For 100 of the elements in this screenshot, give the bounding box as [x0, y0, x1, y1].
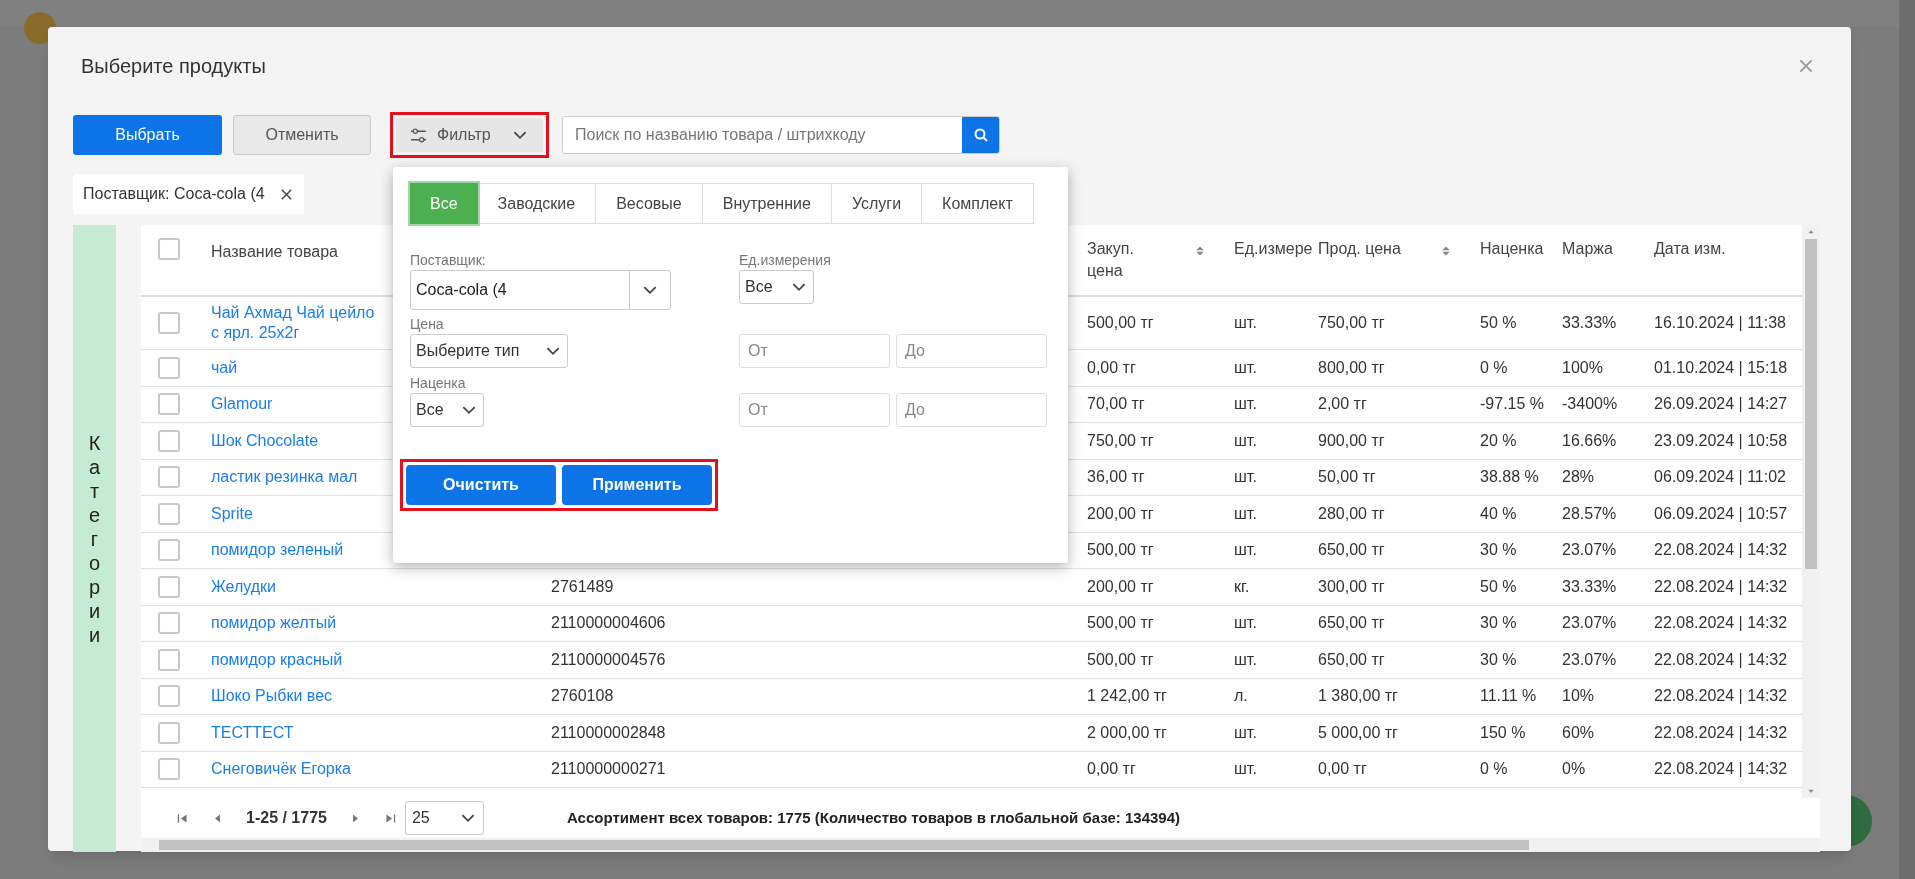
apply-button[interactable]: Применить — [562, 465, 712, 505]
table-cell-text: 33.33% — [1562, 313, 1618, 333]
filter-tab[interactable]: Внутренние — [701, 183, 832, 224]
filter-button[interactable]: Фильтр — [396, 118, 543, 152]
markup-select[interactable]: Все — [410, 393, 484, 427]
checkbox[interactable] — [158, 648, 180, 671]
table-cell-text: шт. — [1234, 649, 1258, 670]
product-link[interactable]: Шок Chocolate — [211, 430, 379, 451]
sort-icon[interactable] — [1194, 244, 1206, 258]
search-field[interactable]: Поиск по названию товара / штрихкоду — [562, 116, 1000, 154]
filter-tab[interactable]: Услуги — [830, 183, 923, 224]
checkbox[interactable] — [158, 539, 180, 562]
page-size-select[interactable]: 25 — [404, 801, 484, 835]
table-cell-text: 750,00 тг — [1087, 430, 1155, 451]
checkbox[interactable] — [158, 612, 180, 635]
table-cell-text: 150 % — [1480, 722, 1527, 743]
input-field[interactable]: От — [739, 334, 890, 368]
checkbox[interactable] — [158, 721, 180, 744]
column-header[interactable]: Прод. цена — [1318, 238, 1401, 260]
table-cell-text: 2,00 тг — [1318, 394, 1368, 415]
checkbox[interactable] — [158, 758, 180, 781]
filter-tab[interactable]: Комплект — [921, 183, 1034, 224]
product-link[interactable]: помидор зеленый — [211, 540, 379, 561]
table-cell-text: 2110000004576 — [551, 649, 667, 670]
sliders-icon — [410, 126, 427, 144]
table-cell-text: 5 000,00 тг — [1318, 722, 1399, 743]
product-link[interactable]: Sprite — [211, 503, 379, 524]
column-header[interactable]: Название товара — [211, 238, 338, 263]
product-link[interactable]: Снеговичёк Егорка — [211, 759, 379, 780]
product-link[interactable]: Желудки — [211, 576, 379, 597]
column-header[interactable]: Маржа — [1562, 238, 1613, 260]
table-cell-text: 33.33% — [1562, 576, 1618, 597]
vertical-scrollbar[interactable] — [1802, 225, 1820, 798]
supplier-select[interactable]: Coca-cola (4 — [410, 270, 671, 310]
filter-chip[interactable]: Поставщик: Coca-cola (4 — [73, 174, 304, 214]
input-field[interactable]: До — [896, 334, 1047, 368]
table-cell-text: 40 % — [1480, 503, 1518, 524]
table-cell-text: 500,00 тг — [1087, 613, 1155, 634]
product-link[interactable]: чай — [211, 357, 379, 378]
table-cell-text: 38.88 % — [1480, 467, 1540, 488]
first-page-icon[interactable] — [176, 811, 189, 825]
close-icon[interactable] — [278, 186, 294, 202]
product-link[interactable]: помидор желтый — [211, 613, 379, 634]
chip-label: Поставщик: Coca-cola (4 — [83, 184, 265, 204]
scrollbar-thumb[interactable] — [159, 840, 1529, 850]
table-cell-text: 36,00 тг — [1087, 467, 1146, 488]
table-cell-text: -3400% — [1562, 394, 1619, 415]
product-link[interactable]: Чай Ахмад Чай цейло с ярл. 25х2г — [211, 303, 379, 343]
product-link[interactable]: ТЕСТТЕСТ — [211, 722, 379, 743]
table-cell-text: 650,00 тг — [1318, 649, 1386, 670]
filter-tab[interactable]: Весовые — [595, 183, 703, 224]
table-cell-text: 100% — [1562, 357, 1604, 378]
categories-panel[interactable]: Категории — [73, 225, 116, 852]
sort-icon[interactable] — [1440, 244, 1452, 258]
table-cell-text: л. — [1234, 686, 1249, 707]
product-link[interactable]: ластик резинка мал — [211, 467, 379, 488]
table-cell-text: 60% — [1562, 722, 1596, 743]
column-header[interactable]: Закуп. цена — [1087, 238, 1157, 282]
product-link[interactable]: помидор красный — [211, 649, 379, 670]
product-link[interactable]: Glamour — [211, 394, 379, 415]
cancel-button[interactable]: Отменить — [233, 115, 371, 155]
product-link[interactable]: Шоко Рыбки вес — [211, 686, 379, 707]
search-button[interactable] — [962, 117, 999, 153]
table-cell-text: 22.08.2024 | 14:32 — [1654, 759, 1789, 780]
checkbox[interactable] — [158, 429, 180, 452]
checkbox[interactable] — [158, 393, 180, 416]
checkbox[interactable] — [158, 466, 180, 489]
table-cell-text: 2110000000271 — [551, 759, 667, 780]
table-cell-text: шт. — [1234, 759, 1258, 780]
table-cell-text: 16.10.2024 | 11:38 — [1654, 313, 1787, 333]
table-cell-text: кг. — [1234, 576, 1251, 597]
input-field[interactable]: До — [896, 393, 1047, 427]
checkbox[interactable] — [158, 502, 180, 525]
checkbox[interactable] — [158, 238, 180, 260]
table-cell-text: 750,00 тг — [1318, 313, 1386, 333]
table-cell-text: 280,00 тг — [1318, 503, 1386, 524]
column-header[interactable]: Дата изм. — [1654, 238, 1726, 260]
table-cell-text: 2110000002848 — [551, 722, 667, 743]
checkbox[interactable] — [158, 685, 180, 708]
checkbox[interactable] — [158, 575, 180, 598]
table-cell-text: 22.08.2024 | 14:32 — [1654, 576, 1789, 597]
column-header[interactable]: Ед.измере — [1234, 238, 1313, 260]
unit-select[interactable]: Все — [739, 270, 814, 304]
table-cell-text: 500,00 тг — [1087, 649, 1155, 670]
search-icon — [972, 127, 989, 143]
table-cell-text: шт. — [1234, 313, 1258, 333]
select-button[interactable]: Выбрать — [73, 115, 222, 155]
table-cell-text: 1 242,00 тг — [1087, 686, 1168, 707]
checkbox[interactable] — [158, 356, 180, 379]
last-page-icon[interactable] — [383, 811, 397, 825]
column-header[interactable]: Наценка — [1480, 238, 1544, 260]
checkbox[interactable] — [158, 312, 180, 334]
table-cell-text: 23.07% — [1562, 540, 1618, 561]
price-type-select[interactable]: Выберите тип — [410, 334, 568, 368]
table-cell-text: 30 % — [1480, 649, 1518, 670]
table-cell-text: 2760108 — [551, 686, 615, 707]
input-field[interactable]: От — [739, 393, 890, 427]
scrollbar-thumb[interactable] — [1805, 239, 1817, 569]
table-cell-text: 650,00 тг — [1318, 540, 1386, 561]
clear-button[interactable]: Очистить — [406, 465, 556, 505]
